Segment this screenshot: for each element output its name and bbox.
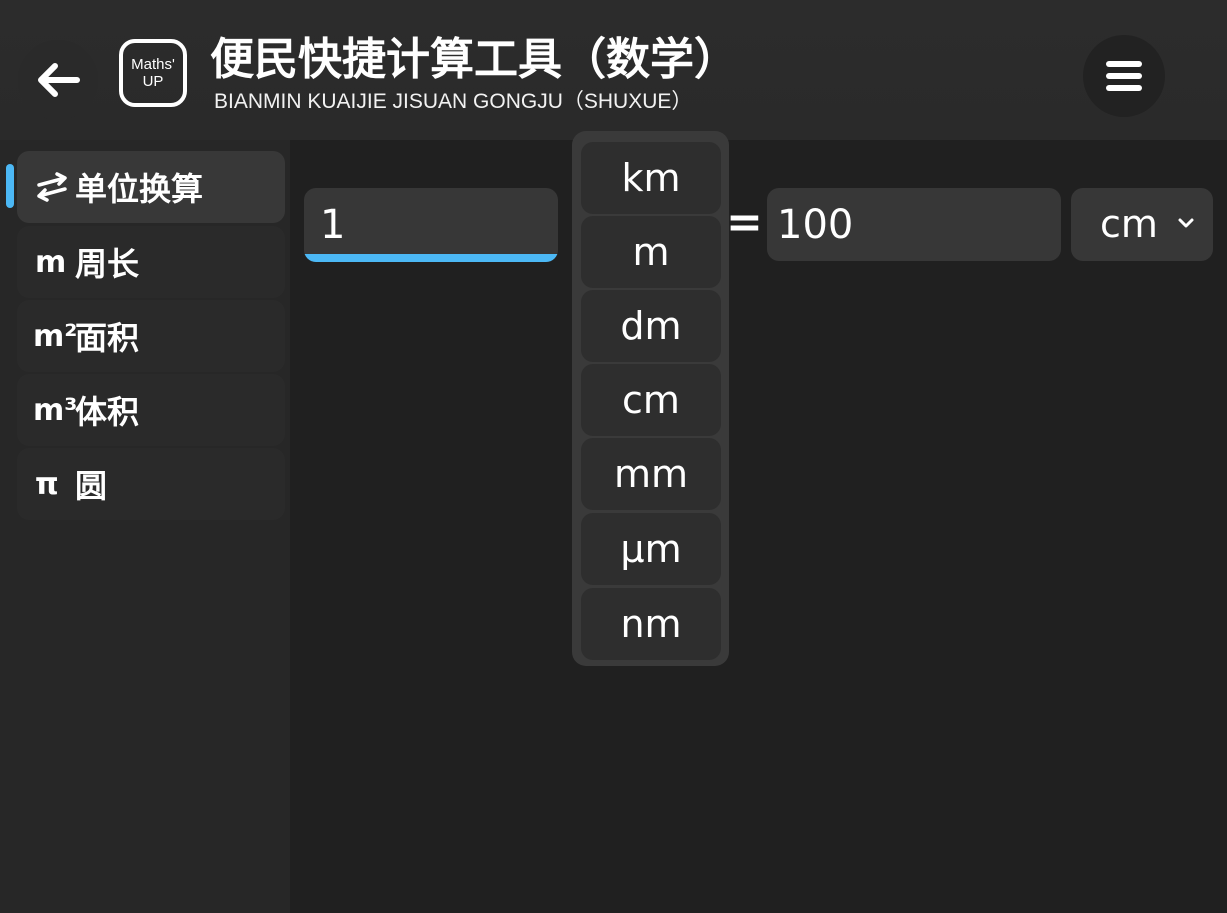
logo-text-line1: Maths' xyxy=(131,56,175,73)
unit-option-nm[interactable]: nm xyxy=(581,588,721,660)
sidebar-item-label: 周长 xyxy=(75,245,140,283)
unit-option-mm[interactable]: mm xyxy=(581,438,721,510)
sidebar-item-label: 面积 xyxy=(75,319,140,357)
sidebar-item-volume[interactable]: m³ 体积 xyxy=(17,374,285,446)
sidebar-item-unit-conversion[interactable]: 单位换算 xyxy=(17,151,285,223)
sidebar-item-label: 体积 xyxy=(75,393,140,431)
back-button[interactable] xyxy=(18,40,98,120)
input-value-field[interactable]: 1 xyxy=(304,188,558,262)
unit-option-m[interactable]: m xyxy=(581,216,721,288)
unit-option-cm[interactable]: cm xyxy=(581,364,721,436)
meter-icon: m xyxy=(35,244,67,280)
sidebar-item-label: 单位换算 xyxy=(75,170,204,208)
app-title: 便民快捷计算工具（数学） xyxy=(210,34,738,85)
sidebar: 单位换算 m 周长 m² 面积 m³ 体积 π 圆 xyxy=(0,140,290,913)
to-unit-selected: cm xyxy=(1100,202,1158,246)
swap-arrows-icon xyxy=(17,172,75,202)
cubic-meter-icon: m³ xyxy=(33,392,78,428)
to-unit-select[interactable]: cm xyxy=(1071,188,1213,261)
unit-option-um[interactable]: µm xyxy=(581,513,721,585)
sidebar-item-perimeter[interactable]: m 周长 xyxy=(17,226,285,298)
hamburger-menu-icon xyxy=(1106,61,1142,91)
from-unit-dropdown[interactable]: km m dm cm mm µm nm xyxy=(572,131,729,666)
logo-text-line2: UP xyxy=(142,73,164,90)
menu-button[interactable] xyxy=(1083,35,1165,117)
equals-sign: = xyxy=(726,197,763,248)
chevron-down-icon xyxy=(1178,218,1194,228)
sidebar-item-label: 圆 xyxy=(75,467,108,505)
sidebar-item-circle[interactable]: π 圆 xyxy=(17,448,285,520)
app-header: Maths' UP 便民快捷计算工具（数学） BIANMIN KUAIJIE J… xyxy=(0,0,1227,140)
square-meter-icon: m² xyxy=(33,318,78,354)
result-value: 100 xyxy=(777,202,854,248)
input-value: 1 xyxy=(320,202,346,248)
sidebar-item-area[interactable]: m² 面积 xyxy=(17,300,285,372)
unit-option-dm[interactable]: dm xyxy=(581,290,721,362)
app-subtitle: BIANMIN KUAIJIE JISUAN GONGJU（SHUXUE） xyxy=(214,90,693,113)
pi-icon: π xyxy=(35,466,59,502)
arrow-left-icon xyxy=(38,63,80,97)
app-logo: Maths' UP xyxy=(119,39,187,107)
unit-option-km[interactable]: km xyxy=(581,142,721,214)
result-value-field[interactable]: 100 xyxy=(767,188,1061,261)
focus-underline xyxy=(304,254,558,262)
active-indicator xyxy=(6,164,14,208)
